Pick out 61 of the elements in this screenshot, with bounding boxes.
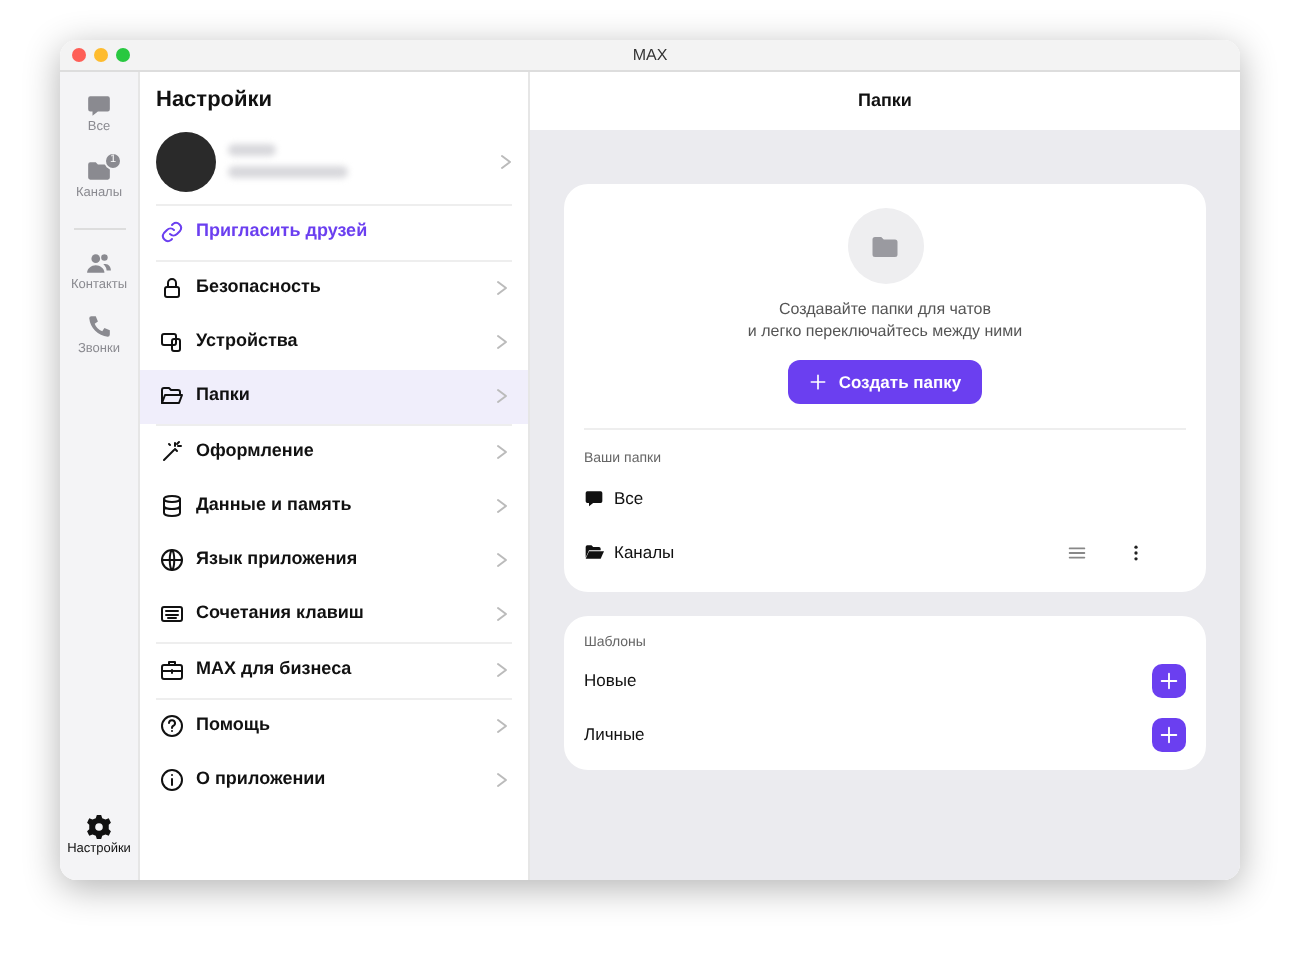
add-template-button[interactable]: [1152, 664, 1186, 699]
settings-menu-item[interactable]: Помощь: [140, 699, 528, 753]
blurred-name: [228, 144, 276, 156]
chevron-right-icon: [496, 772, 508, 788]
chevron-right-icon: [496, 334, 508, 350]
avatar: [156, 131, 216, 191]
globe-icon: [160, 548, 184, 572]
briefcase-icon: [160, 658, 184, 682]
chevron-right-icon: [496, 280, 508, 296]
template-name: Личные: [584, 722, 647, 749]
template-name: Новые: [584, 668, 639, 695]
devices-icon: [160, 330, 184, 354]
keyboard-icon: [160, 602, 184, 626]
folder-item[interactable]: Все: [584, 471, 1186, 526]
settings-menu-item[interactable]: Язык приложения: [140, 533, 528, 587]
settings-icon: [86, 814, 112, 841]
zoom-button[interactable]: [116, 48, 130, 62]
chat-bubble-icon: [86, 92, 112, 118]
settings-menu-item[interactable]: Папки: [140, 369, 528, 423]
chevron-right-icon: [496, 498, 508, 514]
chevron-right-icon: [496, 606, 508, 622]
folder-icon: [85, 157, 112, 184]
magic-wand-icon: [160, 440, 184, 464]
add-template-button[interactable]: [1152, 718, 1186, 753]
empty-state-text: Создавайте папки для чатов и легко переключайтесь между ними: [747, 300, 1023, 344]
settings-menu-item[interactable]: О приложении: [140, 753, 528, 807]
question-icon: [160, 714, 184, 738]
folder-item[interactable]: Каналы: [584, 525, 1186, 580]
settings-menu-item[interactable]: Безопасность: [140, 261, 528, 315]
chat-bubble-icon: [584, 488, 604, 509]
folder-icon: [870, 231, 900, 261]
invite-friends-link[interactable]: Пригласить друзей: [140, 205, 528, 259]
settings-menu-item[interactable]: Устройства: [140, 315, 528, 369]
link-icon: [160, 220, 184, 244]
lock-icon: [160, 276, 184, 300]
create-folder-button[interactable]: Создать папку: [788, 359, 982, 405]
chevron-right-icon: [500, 153, 512, 169]
chevron-right-icon: [496, 718, 508, 734]
blurred-phone: [228, 166, 348, 178]
plus-icon: [808, 371, 829, 392]
plus-icon: [1158, 724, 1180, 747]
minimize-button[interactable]: [94, 48, 108, 62]
chevron-right-icon: [496, 444, 508, 460]
chevron-right-icon: [496, 552, 508, 568]
chevron-right-icon: [496, 388, 508, 404]
close-button[interactable]: [72, 48, 86, 62]
settings-menu-item[interactable]: Сочетания клавиш: [140, 587, 528, 641]
database-icon: [160, 494, 184, 518]
window-title: MAX: [632, 43, 668, 67]
people-icon: [85, 249, 112, 275]
settings-menu-item[interactable]: Оформление: [140, 425, 528, 479]
settings-menu-item[interactable]: Данные и память: [140, 479, 528, 533]
page-title: Папки: [530, 72, 1240, 130]
settings-menu-item[interactable]: MAX для бизнеса: [140, 643, 528, 697]
folder-icon: [160, 384, 184, 408]
plus-icon: [1158, 670, 1180, 693]
phone-icon: [86, 314, 112, 341]
chevron-right-icon: [496, 662, 508, 678]
info-icon: [160, 768, 184, 792]
folder-icon: [584, 542, 604, 563]
settings-title: Настройки: [154, 86, 275, 116]
